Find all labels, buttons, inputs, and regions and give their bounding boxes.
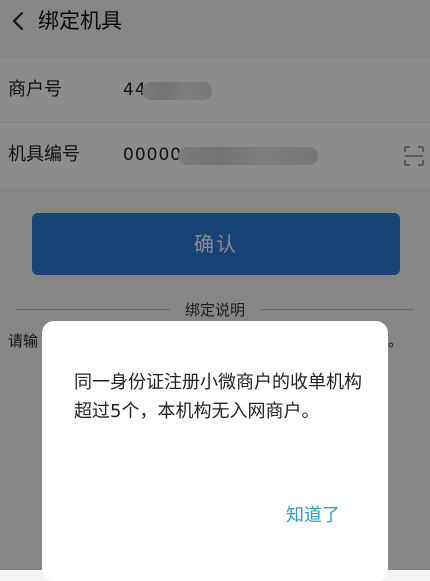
alert-dialog: 同一身份证注册小微商户的收单机构超过5个，本机构无入网商户。 知道了 bbox=[42, 321, 388, 581]
ok-button[interactable]: 知道了 bbox=[286, 501, 340, 529]
dialog-message: 同一身份证注册小微商户的收单机构超过5个，本机构无入网商户。 bbox=[74, 372, 362, 422]
